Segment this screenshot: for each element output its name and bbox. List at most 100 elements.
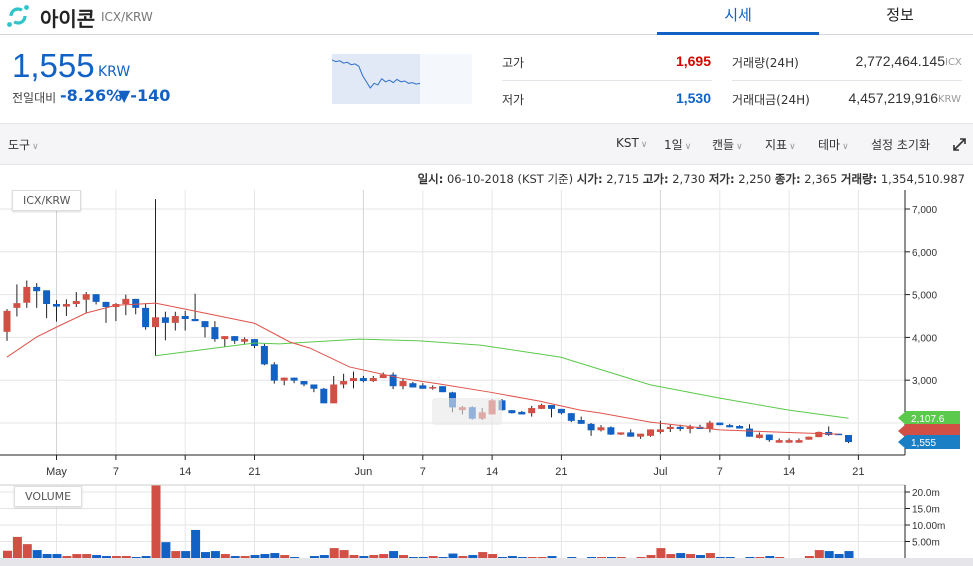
candle — [260, 343, 268, 366]
coin-name: 아이콘 — [40, 7, 96, 31]
volume-y-tick-label: 5.00m — [912, 538, 940, 549]
candle — [3, 309, 11, 341]
tab-info[interactable]: 정보 — [819, 0, 973, 35]
chevron-down-icon: ∨ — [684, 142, 692, 152]
candle-body — [726, 425, 734, 428]
volume-bar — [389, 551, 399, 558]
candle-body — [191, 318, 199, 322]
candle — [587, 423, 595, 436]
candle — [666, 424, 674, 432]
candle-body — [62, 304, 70, 307]
candle — [815, 431, 823, 438]
candle — [637, 433, 645, 439]
candle — [13, 284, 21, 317]
candle — [706, 420, 714, 433]
y-tick-label: 4,000 — [912, 333, 937, 344]
volume-bar — [12, 536, 22, 558]
candle-body — [538, 405, 546, 409]
amount-label: 거래대금(24H) — [732, 93, 810, 107]
candle-body — [340, 381, 348, 385]
tools-menu[interactable]: 도구 ∨ — [8, 136, 39, 153]
candle-body — [647, 429, 654, 436]
candle — [775, 438, 783, 443]
tab-price[interactable]: 시세 — [657, 0, 819, 35]
chart-pair-label: ICX/KRW — [12, 190, 82, 211]
right-price-labels: 2,107.6 1,555 — [898, 411, 960, 449]
candle-body — [3, 310, 11, 332]
x-tick-label: 21 — [555, 466, 567, 478]
candle — [221, 336, 229, 347]
volume-bar — [171, 551, 181, 558]
expand-icon[interactable] — [953, 138, 966, 151]
candle — [161, 311, 169, 341]
candle-body — [92, 294, 100, 302]
divider — [732, 80, 962, 81]
interval-menu[interactable]: 1일 ∨ — [664, 136, 691, 153]
candle — [171, 311, 179, 331]
candle-body — [330, 384, 338, 404]
reset-settings-button[interactable]: 설정 초기화 — [871, 136, 930, 153]
price-label-text: 2,107.6 — [911, 414, 945, 425]
candle-body — [746, 428, 753, 437]
candle-body — [557, 408, 565, 414]
candle-body — [676, 426, 684, 429]
amount-value: 4,457,219,916 — [848, 90, 938, 106]
x-tick-label: Jun — [355, 466, 373, 478]
volume-bar — [844, 551, 854, 558]
candle-body — [221, 336, 229, 340]
crosshair-tooltip — [432, 398, 502, 425]
candle — [280, 377, 288, 386]
indicator-menu[interactable]: 지표 ∨ — [765, 136, 796, 153]
candle — [152, 199, 159, 356]
price-chart[interactable]: 7,000 6,000 5,000 4,000 3,000 May 7 14 21 Jun 7 14 2… — [0, 187, 973, 558]
change-amount: ▼-140 — [118, 86, 171, 105]
x-tick-label: 7 — [717, 466, 723, 478]
icon-logo-icon — [7, 5, 29, 27]
grid — [0, 190, 905, 558]
candle — [825, 426, 833, 436]
y-tick-label: 7,000 — [912, 205, 937, 216]
candle-body — [775, 440, 783, 443]
timezone-menu[interactable]: KST ∨ — [616, 136, 647, 150]
candle — [82, 292, 90, 314]
candle-body — [142, 307, 150, 328]
candle — [508, 410, 516, 414]
divider — [502, 80, 712, 81]
candle-body — [587, 423, 595, 431]
candle-body — [369, 378, 377, 382]
x-tick-label: 14 — [486, 466, 498, 478]
candle — [33, 283, 41, 308]
candle-body — [637, 433, 645, 437]
chevron-down-icon: ∨ — [789, 142, 796, 152]
candle-body — [53, 304, 60, 307]
candle-body — [270, 364, 278, 381]
high-label: 고가 — [502, 56, 525, 70]
volume-y-tick-label: 15.0m — [912, 505, 940, 516]
bottom-scroll-strip[interactable] — [0, 558, 973, 566]
candle-body — [597, 427, 605, 431]
candle — [439, 386, 447, 393]
theme-menu[interactable]: 테마 ∨ — [818, 136, 849, 153]
candle-body — [845, 434, 852, 443]
candle-body — [241, 339, 249, 342]
candle — [320, 387, 328, 404]
candle-body — [429, 387, 437, 389]
candle — [795, 438, 803, 443]
volume-unit: ICX — [945, 57, 962, 68]
candle — [607, 426, 615, 435]
candle-body — [607, 427, 615, 435]
candle-body — [132, 298, 140, 308]
candle — [518, 411, 526, 415]
candle-body — [528, 408, 536, 414]
candle-body — [171, 316, 179, 323]
candle-body — [577, 420, 585, 424]
candle-body — [82, 294, 90, 300]
candle — [300, 381, 308, 387]
volume-bar — [656, 548, 666, 558]
high-label: 고가: — [642, 172, 669, 186]
chart-type-menu[interactable]: 캔들 ∨ — [712, 136, 743, 153]
candle-body — [300, 381, 308, 385]
candle-body — [795, 440, 803, 443]
volume-bar — [191, 529, 201, 558]
candle — [805, 436, 813, 440]
